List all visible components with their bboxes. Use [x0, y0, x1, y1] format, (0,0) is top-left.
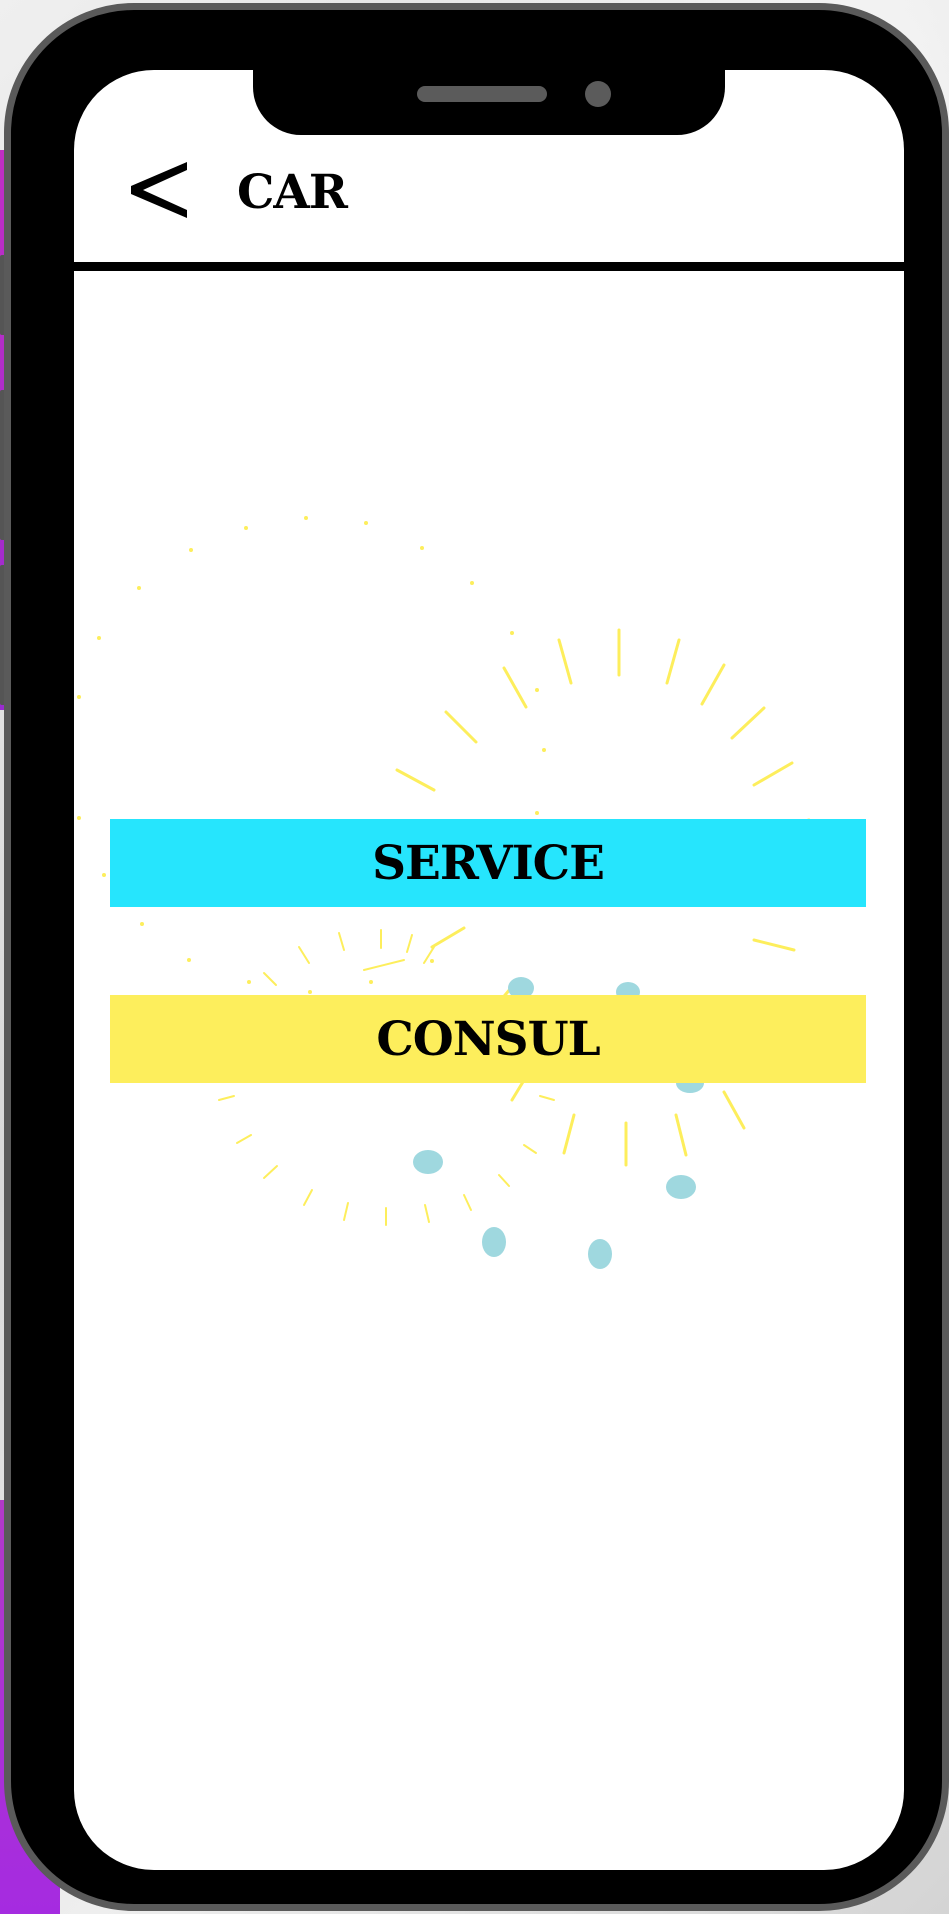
phone-frame: CAR SERVICE CONSUL: [4, 3, 949, 1911]
consul-button[interactable]: CONSUL: [110, 995, 866, 1083]
service-button[interactable]: SERVICE: [110, 819, 866, 907]
front-camera: [585, 81, 611, 107]
chevron-left-icon: [129, 160, 199, 220]
app-screen: CAR SERVICE CONSUL: [74, 70, 904, 1870]
phone-notch: [253, 70, 725, 135]
back-button[interactable]: [129, 160, 199, 240]
firework-sparkles: [77, 516, 546, 994]
page-title: CAR: [237, 165, 348, 220]
speaker-grille: [417, 86, 547, 102]
celebration-decoration: [77, 516, 813, 1269]
